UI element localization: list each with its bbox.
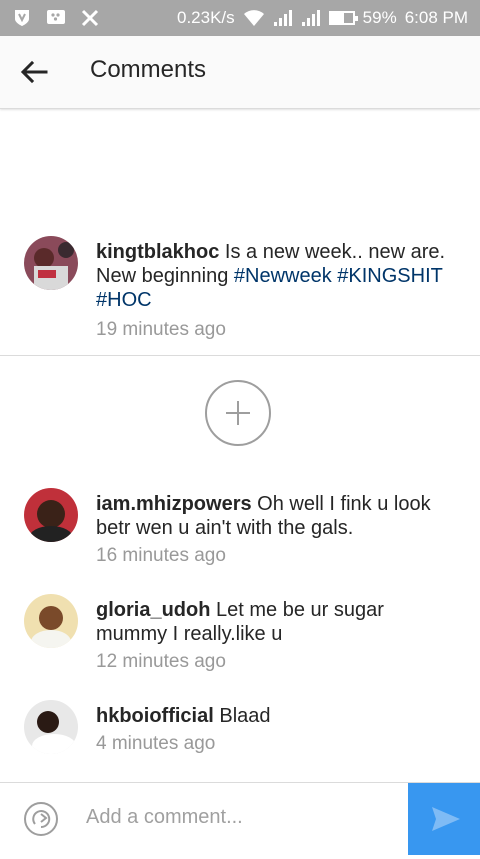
clock: 6:08 PM xyxy=(404,8,468,27)
comment-text: Blaad xyxy=(219,705,271,727)
page-title: Comments xyxy=(90,56,207,83)
comment-input[interactable] xyxy=(84,805,388,830)
comment-username[interactable]: hkboiofficial xyxy=(96,705,214,727)
comment-composer xyxy=(0,782,480,855)
wifi-icon xyxy=(243,10,264,26)
comment-username[interactable]: iam.mhizpowers xyxy=(96,493,252,515)
hashtag[interactable]: #Newweek xyxy=(234,265,332,287)
battery-icon xyxy=(328,11,358,25)
hashtag[interactable]: #KINGSHIT xyxy=(337,265,442,287)
send-icon xyxy=(432,807,460,831)
arrow-back-icon[interactable] xyxy=(16,54,52,90)
battery-percent: 59% xyxy=(362,8,397,27)
avatar[interactable] xyxy=(24,594,78,648)
hashtag[interactable]: #HOC xyxy=(96,289,152,311)
plus-icon xyxy=(226,401,250,425)
signal-icon xyxy=(273,10,292,26)
comment-username[interactable]: kingtblakhoc xyxy=(96,241,219,263)
comment-time: 16 minutes ago xyxy=(96,545,226,566)
header-bar: Comments xyxy=(0,36,480,109)
avatar[interactable] xyxy=(24,700,78,754)
tools-icon xyxy=(81,9,99,27)
send-button[interactable] xyxy=(408,783,480,855)
comment-time: 12 minutes ago xyxy=(96,651,226,672)
vpn-shield-icon xyxy=(15,10,29,26)
status-bar: 0.23K/s 59% 6:08 PM xyxy=(0,0,480,36)
comment-time: 19 minutes ago xyxy=(96,319,226,340)
load-more-comments-button[interactable] xyxy=(205,380,271,446)
signal-icon xyxy=(301,10,320,26)
comment-time: 4 minutes ago xyxy=(96,733,216,754)
comment-username[interactable]: gloria_udoh xyxy=(96,599,210,621)
reply-icon[interactable] xyxy=(24,802,58,836)
network-speed: 0.23K/s xyxy=(177,8,235,27)
blackberry-messenger-icon xyxy=(47,10,65,24)
avatar[interactable] xyxy=(24,236,78,290)
divider xyxy=(0,355,480,356)
avatar[interactable] xyxy=(24,488,78,542)
